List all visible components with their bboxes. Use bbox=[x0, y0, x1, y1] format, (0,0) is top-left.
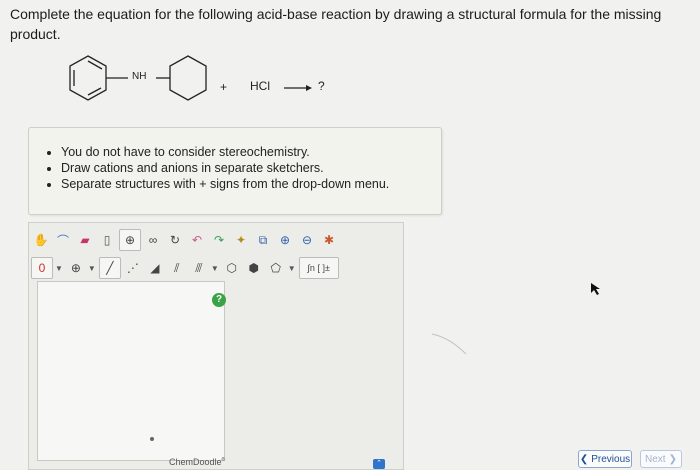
atom-3d-icon[interactable]: ✱ bbox=[319, 230, 339, 250]
hand-icon[interactable]: ✋ bbox=[31, 230, 51, 250]
clean-icon[interactable]: ✦ bbox=[231, 230, 251, 250]
chevron-left-icon: ❮ bbox=[579, 453, 589, 465]
copy-icon[interactable]: ⧉ bbox=[253, 230, 273, 250]
instructions-box: You do not have to consider stereochemis… bbox=[28, 127, 442, 215]
chemdoodle-sketcher[interactable]: ✋ ⌒ ▰ ▯ ⊕ ∞ ↻ ↶ ↷ ✦ ⧉ ⊕ ⊖ ✱ 0 ▼ ⊕ ▼ ╱ ⋰ … bbox=[28, 222, 404, 470]
ring-benzene-icon[interactable]: ⬢ bbox=[244, 258, 264, 278]
chevron-down-icon[interactable]: ▼ bbox=[211, 264, 219, 273]
zoom-in-icon[interactable]: ⊕ bbox=[275, 230, 295, 250]
chemdoodle-brand: ChemDoodle® bbox=[169, 457, 225, 467]
dash-bond-icon[interactable]: ⋰ bbox=[123, 258, 143, 278]
cyclohexane-ring bbox=[169, 55, 207, 101]
mouse-cursor-icon bbox=[591, 283, 600, 295]
sketcher-toolbar-bottom: 0 ▼ ⊕ ▼ ╱ ⋰ ◢ ⫽ ⫻ ▼ ⬡ ⬢ ⬠ ▼ ∫n [ ]± bbox=[31, 256, 341, 280]
undo-icon[interactable]: ↶ bbox=[187, 230, 207, 250]
help-icon[interactable]: ? bbox=[212, 293, 226, 307]
brand-mark: ® bbox=[221, 457, 226, 463]
center-icon[interactable]: ⊕ bbox=[119, 229, 141, 251]
product-placeholder: ? bbox=[318, 79, 325, 93]
eraser-icon[interactable]: ▰ bbox=[75, 230, 95, 250]
nh-label: NH bbox=[132, 71, 147, 82]
reagent-hcl: HCl bbox=[250, 79, 270, 93]
single-bond-icon[interactable]: ╱ bbox=[98, 257, 121, 279]
drawing-canvas[interactable] bbox=[37, 281, 225, 461]
sketcher-toolbar-top: ✋ ⌒ ▰ ▯ ⊕ ∞ ↻ ↶ ↷ ✦ ⧉ ⊕ ⊖ ✱ bbox=[31, 228, 341, 252]
lasso-icon[interactable]: ⌒ bbox=[53, 230, 73, 250]
previous-button[interactable]: ❮ Previous bbox=[578, 450, 632, 468]
next-button[interactable]: Next ❯ bbox=[640, 450, 682, 468]
plus-sign: + bbox=[220, 80, 228, 94]
benzene-ring bbox=[69, 55, 107, 101]
template-label: ∫n [ ]± bbox=[307, 263, 330, 273]
brand-name: ChemDoodle bbox=[169, 457, 222, 467]
clear-icon[interactable]: ▯ bbox=[97, 230, 117, 250]
reaction-arrow-head bbox=[306, 85, 312, 91]
next-label: Next bbox=[645, 453, 666, 465]
question-text: Complete the equation for the following … bbox=[10, 6, 662, 42]
flip-icon[interactable]: ∞ bbox=[143, 230, 163, 250]
canvas-point bbox=[150, 437, 154, 441]
template-icon[interactable]: ∫n [ ]± bbox=[298, 257, 339, 279]
reaction-structures bbox=[69, 55, 312, 101]
instruction-item: Draw cations and anions in separate sket… bbox=[61, 160, 441, 176]
chevron-down-icon[interactable]: ▼ bbox=[55, 264, 63, 273]
chevron-down-icon[interactable]: ▼ bbox=[88, 264, 96, 273]
previous-label: Previous bbox=[591, 453, 631, 465]
reaction-equation: NH + HCl ? bbox=[58, 52, 358, 122]
chevron-down-icon[interactable]: ▼ bbox=[288, 264, 296, 273]
ring-pentagon-icon[interactable]: ⬠ bbox=[266, 258, 286, 278]
charge-plus-icon[interactable]: ⊕ bbox=[66, 258, 86, 278]
zoom-out-icon[interactable]: ⊖ bbox=[297, 230, 317, 250]
decorative-stroke bbox=[431, 333, 467, 355]
instruction-item: Separate structures with + signs from th… bbox=[61, 176, 441, 192]
rotate-icon[interactable]: ↻ bbox=[165, 230, 185, 250]
charge-value: 0 bbox=[38, 261, 46, 275]
instruction-item: You do not have to consider stereochemis… bbox=[61, 144, 441, 160]
redo-icon[interactable]: ↷ bbox=[209, 230, 229, 250]
triple-bond-icon[interactable]: ⫻ bbox=[189, 258, 209, 278]
wedge-bond-icon[interactable]: ◢ bbox=[145, 258, 165, 278]
charge-selector[interactable]: 0 bbox=[31, 257, 53, 279]
double-bond-icon[interactable]: ⫽ bbox=[167, 258, 187, 278]
ring-cyclohexane-icon[interactable]: ⬡ bbox=[222, 258, 242, 278]
chevron-right-icon: ❯ bbox=[668, 453, 677, 465]
